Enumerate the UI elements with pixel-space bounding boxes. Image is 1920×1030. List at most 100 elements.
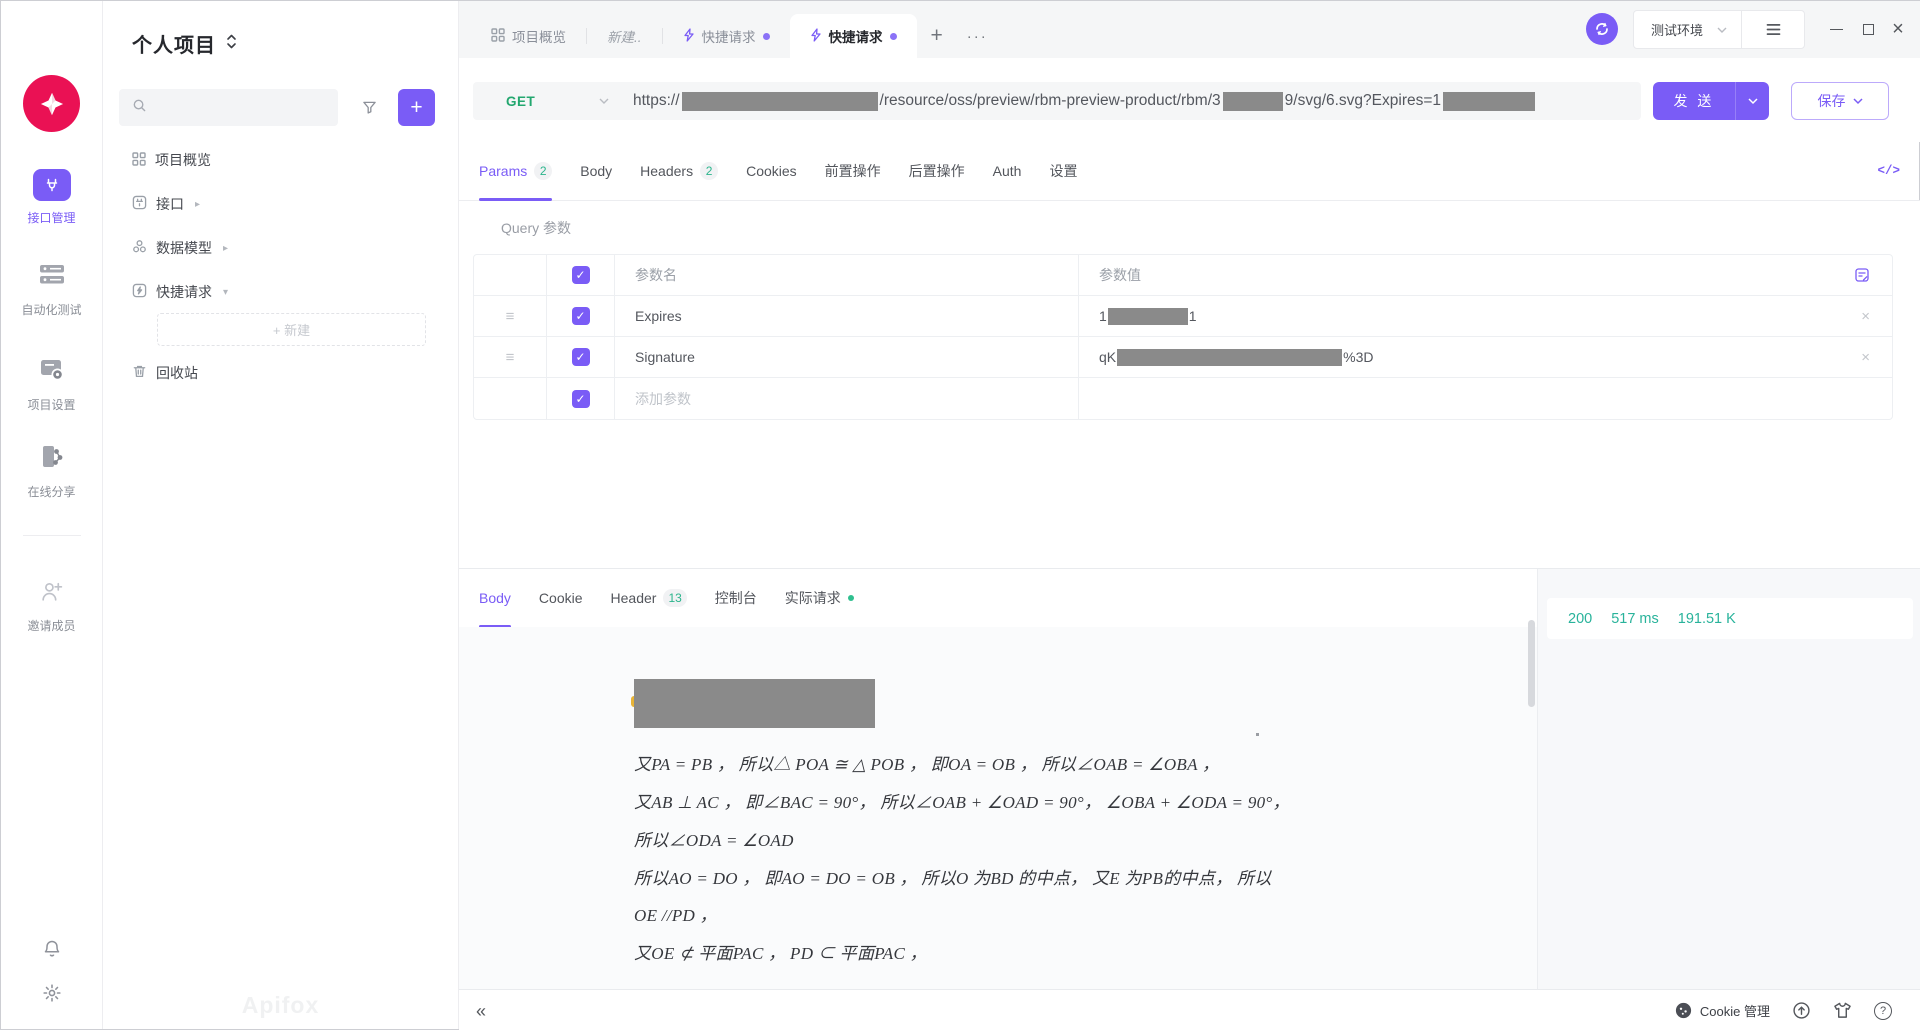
add-param-placeholder[interactable]: 添加参数	[615, 378, 1079, 419]
tree-item-quick-request[interactable]: 快捷请求 ▾	[103, 270, 458, 314]
bolt-icon	[683, 28, 695, 45]
tab-label: 控制台	[715, 588, 757, 608]
environment-menu-icon[interactable]	[1742, 23, 1804, 36]
tab-label: Headers	[640, 163, 693, 179]
tab-project-overview[interactable]: 项目概览	[471, 14, 586, 58]
param-name-cell[interactable]: Expires	[615, 296, 1079, 336]
drag-handle-icon[interactable]: ≡	[474, 337, 547, 377]
collapse-sidebar-icon[interactable]: «	[476, 1002, 486, 1020]
sidebar-item-project-settings[interactable]: 项目设置	[1, 357, 102, 413]
filter-icon[interactable]	[351, 89, 387, 126]
tab-quick-request-2-active[interactable]: 快捷请求	[790, 14, 917, 58]
drag-handle-icon[interactable]: ≡	[474, 296, 547, 336]
upload-icon[interactable]	[1792, 1001, 1811, 1020]
sync-icon[interactable]	[1586, 13, 1618, 45]
tab-quick-request-1[interactable]: 快捷请求	[663, 14, 790, 58]
project-switch-icon[interactable]	[226, 34, 237, 54]
chevron-down-icon[interactable]	[1717, 21, 1727, 39]
environment-label[interactable]: 测试环境	[1634, 20, 1703, 39]
tab-pre-actions[interactable]: 前置操作	[825, 142, 881, 200]
tab-response-cookie[interactable]: Cookie	[539, 569, 583, 627]
help-icon[interactable]: ?	[1874, 1002, 1892, 1020]
delete-row-icon[interactable]: ×	[1861, 308, 1870, 325]
tab-label: Body	[580, 163, 612, 179]
tab-params[interactable]: Params 2	[479, 142, 552, 200]
chevron-down-icon[interactable]	[1736, 98, 1769, 105]
add-button[interactable]: +	[398, 89, 435, 126]
save-button[interactable]: 保存	[1791, 82, 1889, 120]
tab-console[interactable]: 控制台	[715, 569, 757, 627]
chevron-down-icon[interactable]: ▾	[223, 287, 228, 298]
theme-shirt-icon[interactable]	[1833, 1002, 1852, 1019]
grid-icon	[491, 28, 505, 45]
tab-cookies[interactable]: Cookies	[746, 142, 797, 200]
response-body-preview: 又PA = PB ， 所以△ POA ≅ △ POB ， 即OA = OB ， …	[459, 627, 1537, 989]
param-value-cell[interactable]	[1079, 378, 1892, 419]
param-name-cell[interactable]: Signature	[615, 337, 1079, 377]
online-share-icon	[38, 443, 65, 475]
tree-item-project-overview[interactable]: 项目概览	[103, 138, 458, 182]
delete-row-icon[interactable]: ×	[1861, 349, 1870, 366]
activity-bar: 接口管理 自动化测试 项目设置 在线分享 邀请成员	[1, 1, 103, 1029]
tree-item-api[interactable]: 接口 ▸	[103, 182, 458, 226]
sidebar-item-online-share[interactable]: 在线分享	[1, 443, 102, 500]
param-value-cell[interactable]: qK%3D ×	[1079, 337, 1892, 377]
status-dot-icon	[848, 595, 854, 601]
url-text: /resource/oss/preview/rbm-preview-produc…	[880, 92, 1221, 110]
tab-actual-request[interactable]: 实际请求	[785, 569, 854, 627]
chevron-down-icon	[599, 92, 609, 110]
invite-member-icon	[39, 579, 64, 609]
new-quick-request-button[interactable]: + 新建	[157, 313, 426, 346]
response-panel: Body Cookie Header 13 控制台 实际请求	[459, 569, 1538, 989]
param-value-cell[interactable]: 11 ×	[1079, 296, 1892, 336]
url-text: 9/svg/6.svg?Expires=1	[1285, 92, 1441, 110]
tree-item-label: 回收站	[156, 363, 198, 383]
row-checkbox[interactable]: ✓	[572, 390, 590, 408]
notifications-bell-icon[interactable]	[42, 939, 62, 964]
tab-response-header[interactable]: Header 13	[611, 569, 687, 627]
value-header-label: 参数值	[1099, 265, 1141, 285]
project-title[interactable]: 个人项目	[132, 29, 216, 58]
math-line: 又OE ⊄ 平面PAC ， PD ⊂ 平面PAC ，	[634, 939, 927, 964]
method-label: GET	[506, 94, 535, 109]
send-button[interactable]: 发 送	[1653, 82, 1769, 120]
method-select[interactable]: GET	[473, 92, 633, 110]
tab-settings[interactable]: 设置	[1049, 142, 1077, 200]
new-tab-button[interactable]: +	[917, 14, 957, 58]
value-column-header: 参数值	[1079, 255, 1892, 295]
url-input[interactable]: https:///resource/oss/preview/rbm-previe…	[633, 92, 1535, 111]
tab-new[interactable]: 新建..	[587, 14, 662, 58]
chevron-right-icon[interactable]: ▸	[223, 243, 228, 254]
tab-auth[interactable]: Auth	[993, 142, 1022, 200]
drag-column	[474, 378, 547, 419]
scrollbar-thumb[interactable]	[1528, 620, 1535, 707]
code-view-icon[interactable]: </>	[1877, 142, 1900, 200]
sidebar-item-api-management[interactable]: 接口管理	[1, 169, 102, 226]
tab-label: Auth	[993, 163, 1022, 179]
sidebar-item-invite-member[interactable]: 邀请成员	[1, 579, 102, 634]
chevron-right-icon[interactable]: ▸	[195, 199, 200, 210]
cookie-manager-button[interactable]: Cookie 管理	[1675, 1001, 1770, 1020]
tree-item-recycle-bin[interactable]: 回收站	[103, 351, 458, 395]
window-minimize-button[interactable]	[1823, 1, 1849, 58]
select-all-checkbox[interactable]: ✓	[572, 266, 590, 284]
bulk-edit-icon[interactable]	[1854, 267, 1870, 283]
query-params-table: ✓ 参数名 参数值 ≡ ✓ Expires 11 ×	[473, 254, 1893, 420]
tab-headers[interactable]: Headers 2	[640, 142, 718, 200]
more-tabs-button[interactable]: ···	[957, 14, 998, 58]
row-checkbox[interactable]: ✓	[572, 348, 590, 366]
math-line: OE //PD ，	[634, 901, 717, 926]
search-input[interactable]	[119, 89, 338, 126]
tree-item-data-model[interactable]: 数据模型 ▸	[103, 226, 458, 270]
apifox-logo-icon[interactable]	[23, 75, 80, 132]
window-close-button[interactable]: ×	[1885, 1, 1911, 58]
sidebar-item-label: 在线分享	[27, 483, 75, 500]
sidebar-item-automation-test[interactable]: 自动化测试	[1, 261, 102, 318]
tab-response-body[interactable]: Body	[479, 569, 511, 627]
tab-body[interactable]: Body	[580, 142, 612, 200]
row-checkbox[interactable]: ✓	[572, 307, 590, 325]
tab-post-actions[interactable]: 后置操作	[909, 142, 965, 200]
table-row: ≡ ✓ Expires 11 ×	[474, 296, 1892, 337]
settings-gear-icon[interactable]	[42, 983, 62, 1008]
window-maximize-button[interactable]	[1855, 1, 1881, 58]
